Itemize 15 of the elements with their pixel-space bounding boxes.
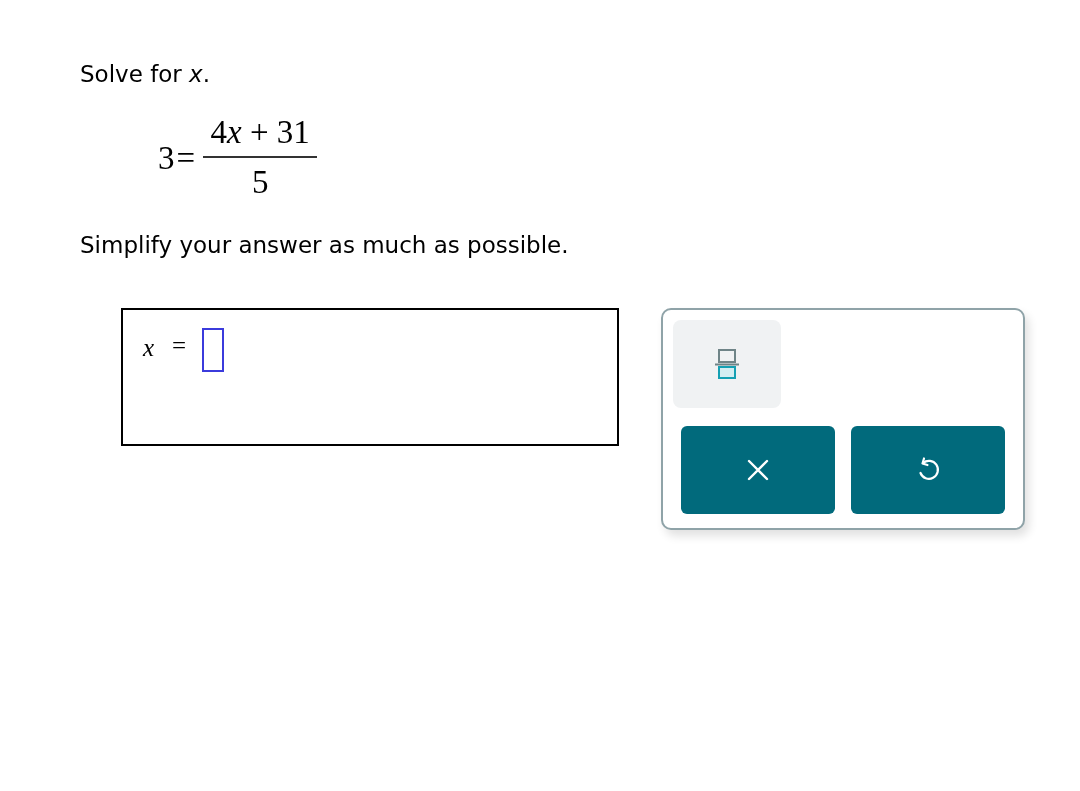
instruction-text: Simplify your answer as much as possible. [80,232,570,259]
answer-box[interactable]: x = [121,308,619,447]
answer-variable: x [143,334,155,363]
equation-lhs: 3 [158,139,175,177]
close-icon [746,458,770,483]
undo-button[interactable] [851,426,1005,515]
fraction-icon [714,349,740,380]
question-prompt: Solve for x. [80,60,211,89]
input-field[interactable] [202,328,225,373]
clear-button[interactable] [681,426,835,515]
denominator: 5 [251,164,269,203]
equals-sign: = [172,332,187,361]
equals-sign: = [176,139,196,177]
fraction-button[interactable] [673,320,781,409]
numerator: 4x + 31 [209,114,311,153]
